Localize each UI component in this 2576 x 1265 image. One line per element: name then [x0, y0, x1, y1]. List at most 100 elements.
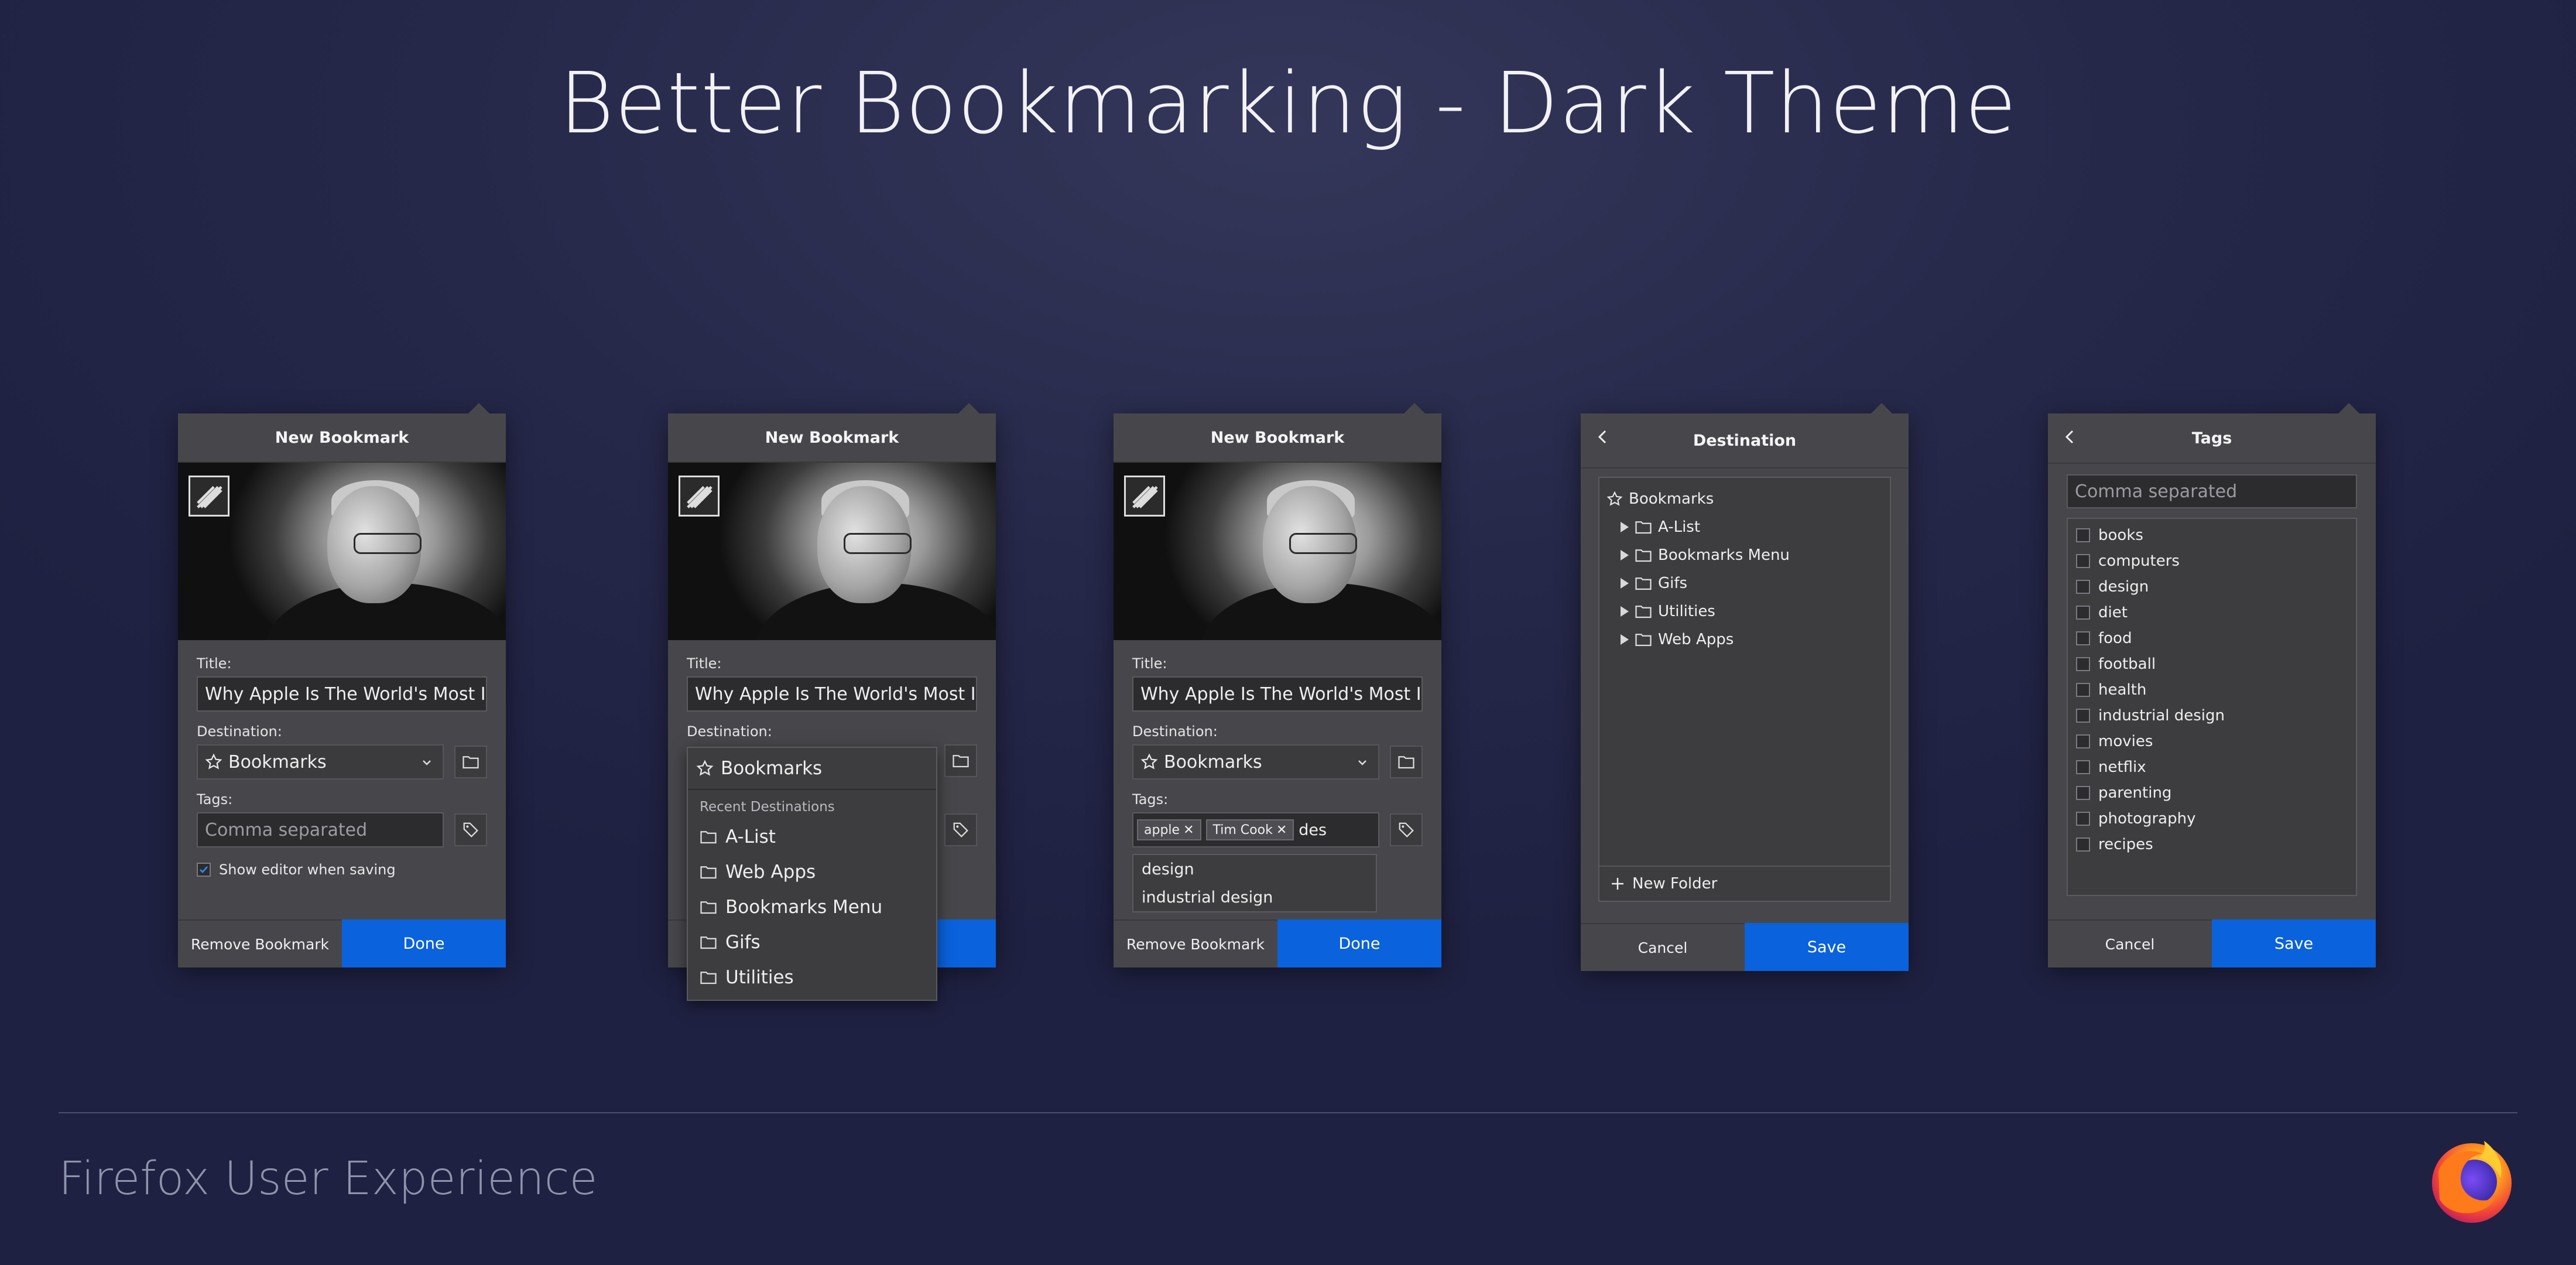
panel-title: Destination — [1693, 431, 1797, 450]
tags-panel: Tags Comma separated books computers des… — [2048, 403, 2376, 967]
choose-folder-button[interactable] — [454, 746, 487, 778]
recent-destination-item[interactable]: Web Apps — [688, 854, 936, 890]
suggestion-item[interactable]: design — [1133, 855, 1376, 883]
destination-dropdown[interactable]: Bookmarks Recent Destinations A-List Web… — [687, 747, 937, 1001]
new-folder-button[interactable]: New Folder — [1599, 866, 1890, 901]
save-button[interactable]: Save — [1745, 923, 1909, 971]
choose-folder-button[interactable] — [944, 744, 977, 777]
tag-option[interactable]: netflix — [2076, 754, 2348, 780]
item-label: Web Apps — [725, 861, 816, 883]
expand-arrow-icon[interactable] — [1621, 606, 1629, 617]
tag-checkbox[interactable] — [2076, 709, 2090, 723]
tag-suggestions[interactable]: design industrial design — [1132, 854, 1377, 912]
expand-arrow-icon[interactable] — [1621, 578, 1629, 589]
tag-option[interactable]: computers — [2076, 548, 2348, 574]
expand-arrow-icon[interactable] — [1621, 522, 1629, 532]
tag-checkbox[interactable] — [2076, 760, 2090, 774]
tag-option[interactable]: football — [2076, 651, 2348, 677]
folder-icon — [953, 755, 969, 768]
tag-option[interactable]: design — [2076, 574, 2348, 600]
footer-text: Firefox User Experience — [59, 1153, 598, 1205]
save-button[interactable]: Save — [2212, 919, 2376, 967]
tree-root[interactable]: Bookmarks — [1606, 485, 1883, 513]
title-field[interactable]: Why Apple Is The World's Most Innovative… — [1132, 676, 1423, 712]
tags-input[interactable]: apple ✕ Tim Cook ✕ des — [1132, 812, 1379, 847]
tags-input[interactable]: Comma separated — [197, 812, 444, 847]
tree-folder[interactable]: Bookmarks Menu — [1606, 541, 1883, 569]
tag-option[interactable]: books — [2076, 522, 2348, 548]
suggestion-item[interactable]: industrial design — [1133, 883, 1376, 911]
tag-option[interactable]: diet — [2076, 600, 2348, 625]
tag-checkbox[interactable] — [2076, 606, 2090, 620]
tree-folder[interactable]: A-List — [1606, 513, 1883, 541]
expand-arrow-icon[interactable] — [1621, 550, 1629, 560]
choose-folder-button[interactable] — [1390, 746, 1423, 778]
title-field[interactable]: Why Apple Is The World's Most Innovative… — [687, 676, 977, 712]
tag-checkbox[interactable] — [2076, 683, 2090, 697]
choose-tags-button[interactable] — [454, 813, 487, 846]
destination-select[interactable]: Bookmarks — [1132, 744, 1379, 779]
tag-option[interactable]: movies — [2076, 729, 2348, 754]
recent-destination-item[interactable]: Gifs — [688, 925, 936, 960]
tag-chip[interactable]: Tim Cook ✕ — [1205, 819, 1294, 840]
dropdown-selected[interactable]: Bookmarks — [688, 748, 936, 790]
show-editor-option[interactable]: Show editor when saving — [197, 861, 487, 878]
choose-tags-button[interactable] — [944, 813, 977, 846]
tag-chip[interactable]: apple ✕ — [1137, 819, 1201, 840]
panel-arrow — [1404, 403, 1425, 413]
tag-checkbox[interactable] — [2076, 812, 2090, 826]
tag-checkbox[interactable] — [2076, 734, 2090, 748]
checkmark-icon — [200, 866, 208, 873]
tag-option[interactable]: photography — [2076, 806, 2348, 832]
footer-divider — [59, 1112, 2517, 1113]
choose-tags-button[interactable] — [1390, 813, 1423, 846]
tag-checkbox[interactable] — [2076, 657, 2090, 671]
done-button[interactable]: Done — [342, 919, 506, 967]
star-icon — [205, 753, 222, 770]
show-editor-checkbox[interactable] — [197, 863, 211, 877]
tag-option[interactable]: parenting — [2076, 780, 2348, 806]
title-label: Title: — [1132, 655, 1167, 672]
back-icon[interactable] — [1594, 428, 1612, 446]
folder-label: Web Apps — [1658, 631, 1734, 648]
chevron-down-icon — [1358, 760, 1366, 765]
tag-label: movies — [2098, 733, 2153, 750]
destination-select[interactable]: Bookmarks — [197, 744, 444, 779]
tag-option[interactable]: recipes — [2076, 832, 2348, 857]
tree-root-label: Bookmarks — [1629, 490, 1714, 508]
tag-checkbox[interactable] — [2076, 580, 2090, 594]
tree-folder[interactable]: Utilities — [1606, 597, 1883, 625]
remove-chip-icon[interactable]: ✕ — [1183, 823, 1194, 837]
tag-checkbox[interactable] — [2076, 837, 2090, 852]
tag-checkbox[interactable] — [2076, 786, 2090, 800]
tag-option[interactable]: food — [2076, 625, 2348, 651]
title-field[interactable]: Why Apple Is The World's Most Innovative… — [197, 676, 487, 712]
tree-folder[interactable]: Gifs — [1606, 569, 1883, 597]
recent-destination-item[interactable]: Bookmarks Menu — [688, 890, 936, 925]
item-label: Bookmarks Menu — [725, 897, 883, 918]
tag-label: parenting — [2098, 784, 2172, 802]
tag-checkbox[interactable] — [2076, 631, 2090, 645]
tag-icon — [1399, 822, 1414, 837]
folder-icon — [700, 972, 717, 984]
remove-chip-icon[interactable]: ✕ — [1276, 823, 1287, 837]
done-button[interactable]: Done — [1277, 919, 1441, 967]
cancel-button[interactable]: Cancel — [2048, 919, 2212, 967]
folder-tree[interactable]: Bookmarks A-List Bookmarks Menu Gifs Uti… — [1598, 477, 1891, 902]
tags-input[interactable]: Comma separated — [2067, 474, 2357, 508]
expand-arrow-icon[interactable] — [1621, 634, 1629, 645]
folder-label: Bookmarks Menu — [1658, 546, 1790, 564]
recent-destination-item[interactable]: Utilities — [688, 960, 936, 995]
tag-label: recipes — [2098, 836, 2153, 853]
tree-folder[interactable]: Web Apps — [1606, 625, 1883, 654]
back-icon[interactable] — [2061, 428, 2080, 446]
tag-checkbox[interactable] — [2076, 528, 2090, 542]
recent-destination-item[interactable]: A-List — [688, 819, 936, 854]
tag-option[interactable]: industrial design — [2076, 703, 2348, 729]
tag-option[interactable]: health — [2076, 677, 2348, 703]
tag-list[interactable]: books computers design diet food footbal… — [2067, 518, 2357, 896]
tag-checkbox[interactable] — [2076, 554, 2090, 568]
remove-bookmark-button[interactable]: Remove Bookmark — [1114, 919, 1277, 967]
remove-bookmark-button[interactable]: Remove Bookmark — [178, 919, 342, 967]
cancel-button[interactable]: Cancel — [1581, 923, 1745, 971]
